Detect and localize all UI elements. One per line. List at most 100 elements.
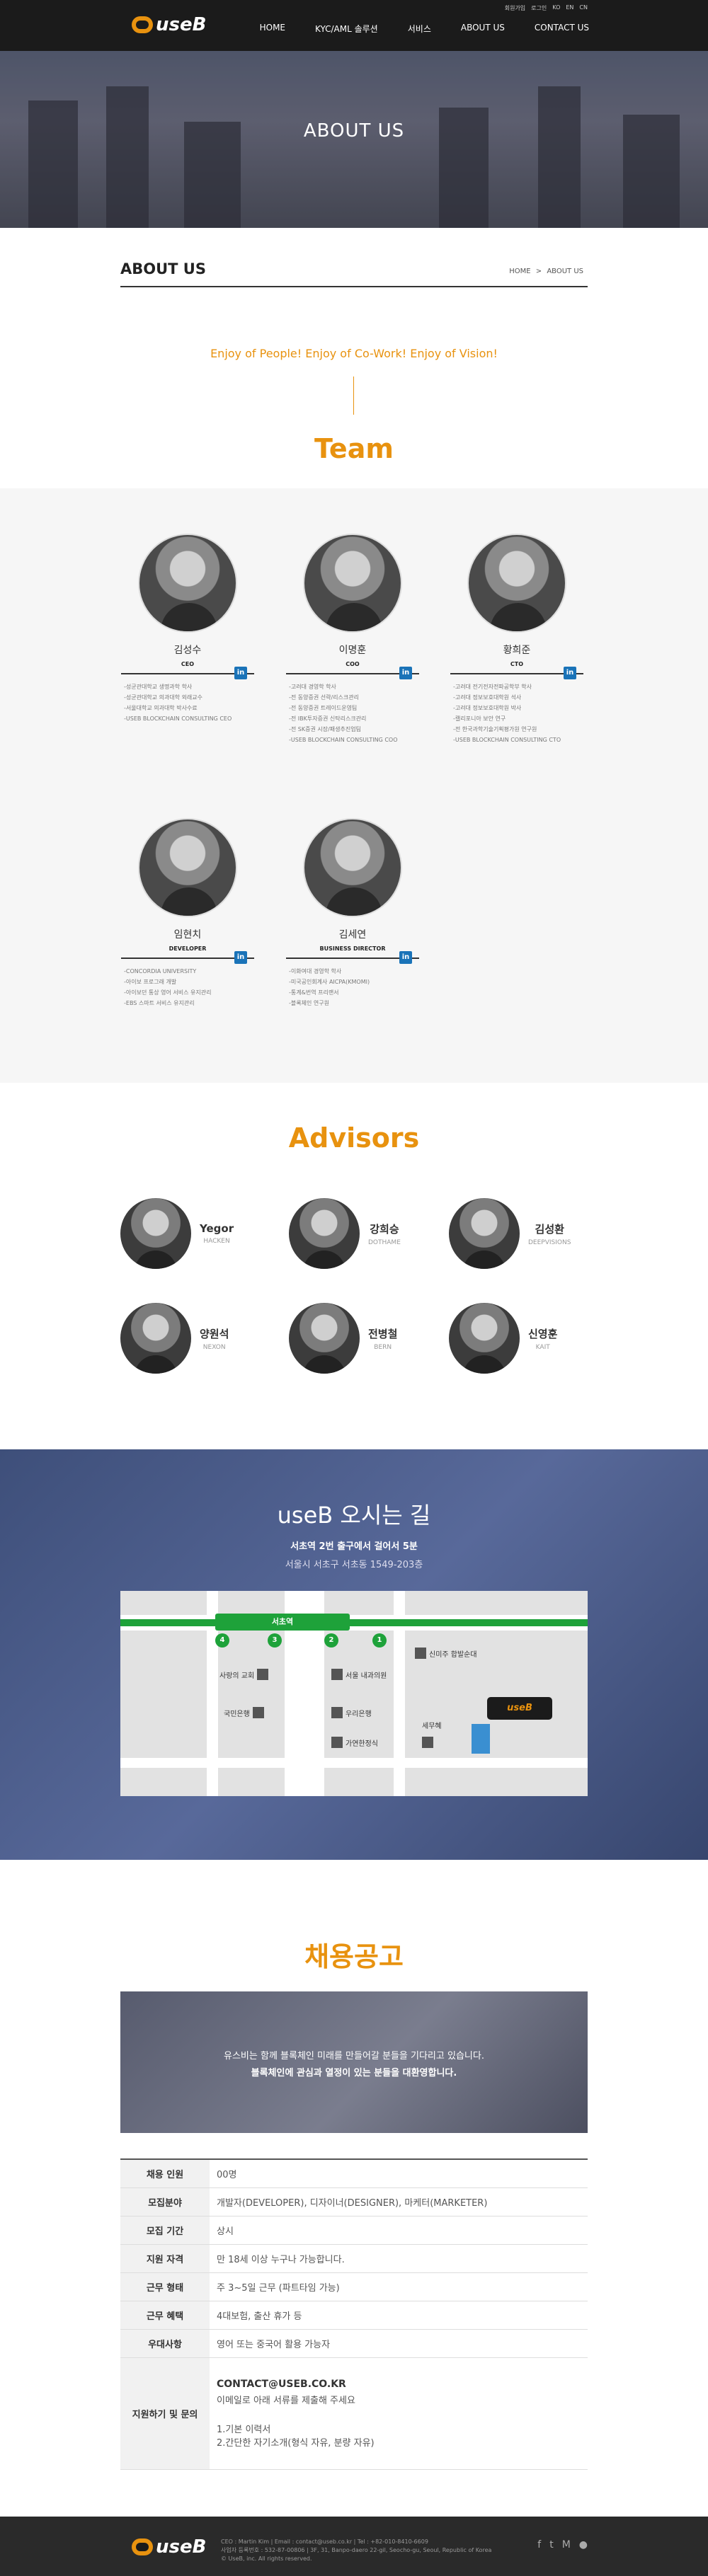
logo[interactable]: useB xyxy=(132,14,206,35)
history-item: -USEB BLOCKCHAIN CONSULTING CEO xyxy=(124,715,232,722)
advisor-card: 강희승 DOTHAME xyxy=(289,1195,430,1272)
nav-kyc-aml[interactable]: KYC/AML 솔루션 xyxy=(315,23,378,35)
avatar xyxy=(303,534,402,633)
nav-about[interactable]: ABOUT US xyxy=(461,23,505,35)
map-building: 사랑의 교회 xyxy=(219,1669,269,1680)
history-item: -USEB BLOCKCHAIN CONSULTING CTO xyxy=(453,737,561,743)
github-icon[interactable]: ● xyxy=(579,2539,588,2551)
member-history: -이화여대 경영학 학사 -미국공인회계사 AICPA(KMOMI) -통계&번… xyxy=(282,966,423,1008)
useb-location-pin[interactable]: useB xyxy=(487,1697,552,1720)
history-item: -미국공인회계사 AICPA(KMOMI) xyxy=(289,979,370,985)
map-building: 신미주 합발순대 xyxy=(415,1648,477,1659)
history-item: -전 SK증권 시장/패생추진업팀 xyxy=(289,726,361,732)
exit-marker: 4 xyxy=(215,1633,229,1648)
team-member-card: 김세연 BUSINESS DIRECTOR in -이화여대 경영학 학사 -미… xyxy=(282,818,423,1008)
recruit-banner: 유스비는 함께 블록체인 미래를 만들어갈 분들을 기다리고 있습니다. 블록체… xyxy=(120,1991,588,2133)
footer-line: © UseB, inc. All rights reserved. xyxy=(221,2555,312,2562)
footer-line: 사업자 등록번호 : 532-87-00806 | 3F, 31, Banpo-… xyxy=(221,2547,492,2553)
advisor-company: HACKEN xyxy=(203,1238,230,1245)
breadcrumb-separator: > xyxy=(535,268,542,275)
row-value: 주 3~5일 근무 (파트타임 가능) xyxy=(210,2272,588,2301)
footer-info: CEO : Martin Kim | Email : contact@useb.… xyxy=(221,2538,491,2563)
team-section-title: Team xyxy=(314,433,394,464)
team-section: 김성수 CEO in -성균관대학교 생명과학 학사 -성균관대학교 의과대학 … xyxy=(0,488,708,1083)
building-icon xyxy=(422,1737,433,1748)
social-links: f t M ● xyxy=(537,2539,588,2551)
history-item: -성균관대학교 생명과학 학사 xyxy=(124,684,193,690)
building-label: 세무혜 xyxy=(422,1723,442,1730)
lang-en[interactable]: EN xyxy=(566,4,573,12)
advisor-card: 양원석 NEXON xyxy=(120,1299,262,1377)
advisor-name: 전병철 xyxy=(368,1327,398,1340)
history-item: -서울대학교 의과대학 박사수료 xyxy=(124,705,198,711)
linkedin-icon[interactable]: in xyxy=(399,951,412,964)
history-item: -전 한국과학기술기획평가원 연구원 xyxy=(453,726,537,732)
useb-building-icon xyxy=(472,1724,490,1754)
history-item: -USEB BLOCKCHAIN CONSULTING COO xyxy=(289,737,398,743)
row-value: 4대보험, 출산 휴가 등 xyxy=(210,2301,588,2330)
linkedin-icon[interactable]: in xyxy=(234,951,247,964)
login-link[interactable]: 로그인 xyxy=(531,4,547,12)
building-icon xyxy=(331,1737,343,1748)
row-value: 00명 xyxy=(210,2159,588,2188)
facebook-icon[interactable]: f xyxy=(537,2539,541,2551)
building-icon xyxy=(415,1648,426,1659)
row-value: 상시 xyxy=(210,2216,588,2245)
nav-contact[interactable]: CONTACT US xyxy=(535,23,589,35)
lang-ko[interactable]: KO xyxy=(552,4,560,12)
advisor-avatar xyxy=(289,1198,360,1269)
lang-cn[interactable]: CN xyxy=(579,4,588,12)
exit-marker: 2 xyxy=(324,1633,338,1648)
location-map[interactable]: 서초역 4 3 2 1 사랑의 교회 국민은행 서울 내과의원 우리은행 가연한… xyxy=(120,1591,588,1796)
member-name: 임현치 xyxy=(173,929,202,941)
linkedin-icon[interactable]: in xyxy=(399,667,412,679)
row-label: 채용 인원 xyxy=(120,2159,210,2188)
breadcrumb-home[interactable]: HOME xyxy=(509,268,530,275)
advisor-card: 전병철 BERN xyxy=(289,1299,430,1377)
hero-title: ABOUT US xyxy=(303,120,405,142)
member-history: -고려대 경영학 학사 -전 동양증권 선략/리스크관리 -전 동양증권 트레이… xyxy=(282,682,423,745)
table-row: 지원 자격 만 18세 이상 누구나 가능합니다. xyxy=(120,2244,588,2273)
signup-link[interactable]: 회원가입 xyxy=(505,4,525,12)
building-icon xyxy=(331,1707,343,1718)
nav-service[interactable]: 서비스 xyxy=(408,23,431,35)
history-item: -아이보던 통상 영어 서비스 유지관리 xyxy=(124,989,212,996)
table-row: 근무 혜택 4대보험, 출산 휴가 등 xyxy=(120,2301,588,2330)
advisor-card: 김성환 DEEPVISIONS xyxy=(449,1195,590,1272)
hero-banner: ABOUT US xyxy=(0,51,708,228)
linkedin-icon[interactable]: in xyxy=(234,667,247,679)
row-value: 개발자(DEVELOPER), 디자이너(DESIGNER), 마케터(MARK… xyxy=(210,2187,588,2216)
recruit-banner-highlight: 블록체인에 관심과 열정이 있는 분들을 대환영합니다. xyxy=(251,2068,457,2078)
advisors-section-title: Advisors xyxy=(288,1122,420,1154)
member-name: 황희준 xyxy=(503,645,531,656)
avatar xyxy=(138,818,237,917)
footer-logo[interactable]: useB xyxy=(132,2536,206,2558)
recruit-table: 채용 인원 00명 모집분야 개발자(DEVELOPER), 디자이너(DESIGN… xyxy=(120,2158,588,2470)
twitter-icon[interactable]: t xyxy=(549,2539,554,2551)
table-row: 모집분야 개발자(DEVELOPER), 디자이너(DESIGNER), 마케터(… xyxy=(120,2187,588,2216)
advisor-name: 신영훈 xyxy=(528,1327,558,1340)
nav-home[interactable]: HOME xyxy=(260,23,285,35)
map-building: 세무혜 xyxy=(422,1720,442,1730)
table-row: 근무 형태 주 3~5일 근무 (파트타임 가능) xyxy=(120,2272,588,2301)
station-label: 서초역 xyxy=(215,1614,350,1631)
page-title-bar: ABOUT US HOME > ABOUT US xyxy=(120,260,588,287)
linkedin-icon[interactable]: in xyxy=(564,667,576,679)
location-section: useB 오시는 길 서초역 2번 출구에서 걸어서 5분 서울시 서초구 서초… xyxy=(0,1449,708,1860)
building-label: 서울 내과의원 xyxy=(346,1672,387,1680)
medium-icon[interactable]: M xyxy=(562,2539,571,2551)
advisor-company: DEEPVISIONS xyxy=(528,1238,571,1246)
contact-email-link[interactable]: CONTACT@USEB.CO.KR xyxy=(217,2379,581,2390)
team-member-card: 이명훈 COO in -고려대 경영학 학사 -전 동양증권 선략/리스크관리 … xyxy=(282,534,423,745)
member-history: -고려대 전기전자전파공학부 학사 -고려대 정보보호대학원 석사 -고려대 정… xyxy=(446,682,588,745)
location-address: 서울시 서초구 서초동 1549-203층 xyxy=(285,1560,423,1570)
contact-cell: CONTACT@USEB.CO.KR 이메일로 아래 서류를 제출해 주세요 1… xyxy=(210,2357,588,2470)
member-name: 김성수 xyxy=(173,645,202,656)
utility-links: 회원가입 로그인 KO EN CN xyxy=(505,4,588,12)
member-history: -CONCORDIA UNIVERSITY -아이보 프로그래 개발 -아이보던… xyxy=(117,966,258,1008)
advisor-avatar xyxy=(120,1303,191,1374)
exit-marker: 3 xyxy=(268,1633,282,1648)
advisor-avatar xyxy=(449,1198,520,1269)
row-label: 근무 형태 xyxy=(120,2272,210,2301)
recruit-section-title: 채용공고 xyxy=(304,1941,404,1972)
